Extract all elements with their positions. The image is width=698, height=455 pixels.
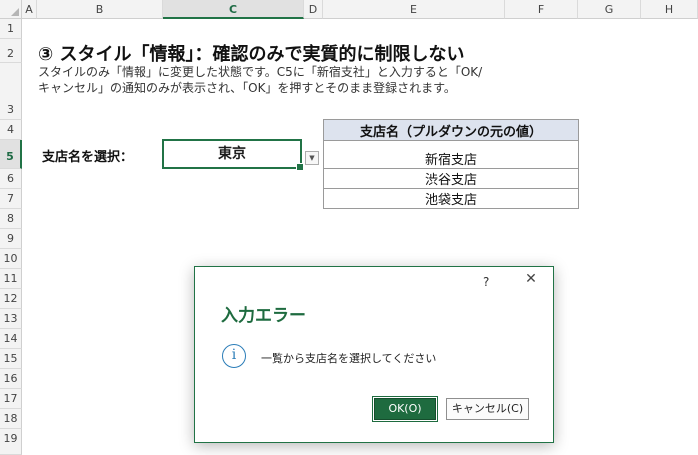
select-branch-label: 支店名を選択： <box>42 150 134 165</box>
help-button[interactable]: ? <box>483 275 489 289</box>
info-icon: i <box>222 344 246 368</box>
description-line-2: キャンセル」の通知のみが表示され、「OK」を押すとそのまま登録されます。 <box>38 81 456 95</box>
source-list-table: 支店名（プルダウンの元の値） 新宿支店 渋谷支店 池袋支店 <box>323 119 579 209</box>
fill-handle[interactable] <box>296 163 304 171</box>
row-header-15[interactable]: 15 <box>0 349 22 369</box>
source-list-item[interactable]: 池袋支店 <box>323 188 579 209</box>
sheet-title: ③ スタイル「情報」：確認のみで実質的に制限しない <box>38 44 465 65</box>
sheet-description: スタイルのみ「情報」に変更した状態です。C5に「新宿支社」と入力すると「OK/ … <box>38 64 598 96</box>
column-header-c[interactable]: C <box>163 0 304 19</box>
row-header-5[interactable]: 5 <box>0 140 22 169</box>
row-header-9[interactable]: 9 <box>0 229 22 249</box>
dialog-message: 一覧から支店名を選択してください <box>261 352 437 365</box>
input-error-dialog: ? ✕ 入力エラー i 一覧から支店名を選択してください OK(O) キャンセル… <box>194 266 554 443</box>
source-list-item[interactable]: 新宿支店 <box>323 140 579 169</box>
row-header-11[interactable]: 11 <box>0 269 22 289</box>
ok-button[interactable]: OK(O) <box>372 396 438 422</box>
row-header-18[interactable]: 18 <box>0 409 22 429</box>
row-header-1[interactable]: 1 <box>0 19 22 39</box>
row-header-2[interactable]: 2 <box>0 39 22 63</box>
dialog-title: 入力エラー <box>221 306 306 326</box>
row-header-3[interactable]: 3 <box>0 63 22 120</box>
cancel-button[interactable]: キャンセル(C) <box>446 398 529 420</box>
row-header-17[interactable]: 17 <box>0 389 22 409</box>
column-header-a[interactable]: A <box>22 0 37 19</box>
row-header-10[interactable]: 10 <box>0 249 22 269</box>
column-header-b[interactable]: B <box>37 0 163 19</box>
row-header-7[interactable]: 7 <box>0 189 22 209</box>
cell-c5-value: 東京 <box>218 146 246 162</box>
column-header-g[interactable]: G <box>578 0 641 19</box>
selected-cell-c5[interactable]: 東京 <box>162 139 304 171</box>
row-header-19[interactable]: 19 <box>0 429 22 455</box>
source-list-item[interactable]: 渋谷支店 <box>323 168 579 189</box>
row-header-4[interactable]: 4 <box>0 120 22 140</box>
column-header-e[interactable]: E <box>323 0 505 19</box>
row-header-12[interactable]: 12 <box>0 289 22 309</box>
row-header-16[interactable]: 16 <box>0 369 22 389</box>
row-header-6[interactable]: 6 <box>0 169 22 189</box>
select-all-corner[interactable] <box>0 0 22 19</box>
row-header-13[interactable]: 13 <box>0 309 22 329</box>
row-header-8[interactable]: 8 <box>0 209 22 229</box>
source-list-header[interactable]: 支店名（プルダウンの元の値） <box>323 119 579 141</box>
dropdown-arrow-button[interactable]: ▼ <box>305 151 319 165</box>
column-header-h[interactable]: H <box>641 0 698 19</box>
description-line-1: スタイルのみ「情報」に変更した状態です。C5に「新宿支社」と入力すると「OK/ <box>38 65 483 79</box>
column-header-f[interactable]: F <box>505 0 578 19</box>
close-icon[interactable]: ✕ <box>521 271 541 287</box>
column-header-d[interactable]: D <box>304 0 323 19</box>
row-header-14[interactable]: 14 <box>0 329 22 349</box>
